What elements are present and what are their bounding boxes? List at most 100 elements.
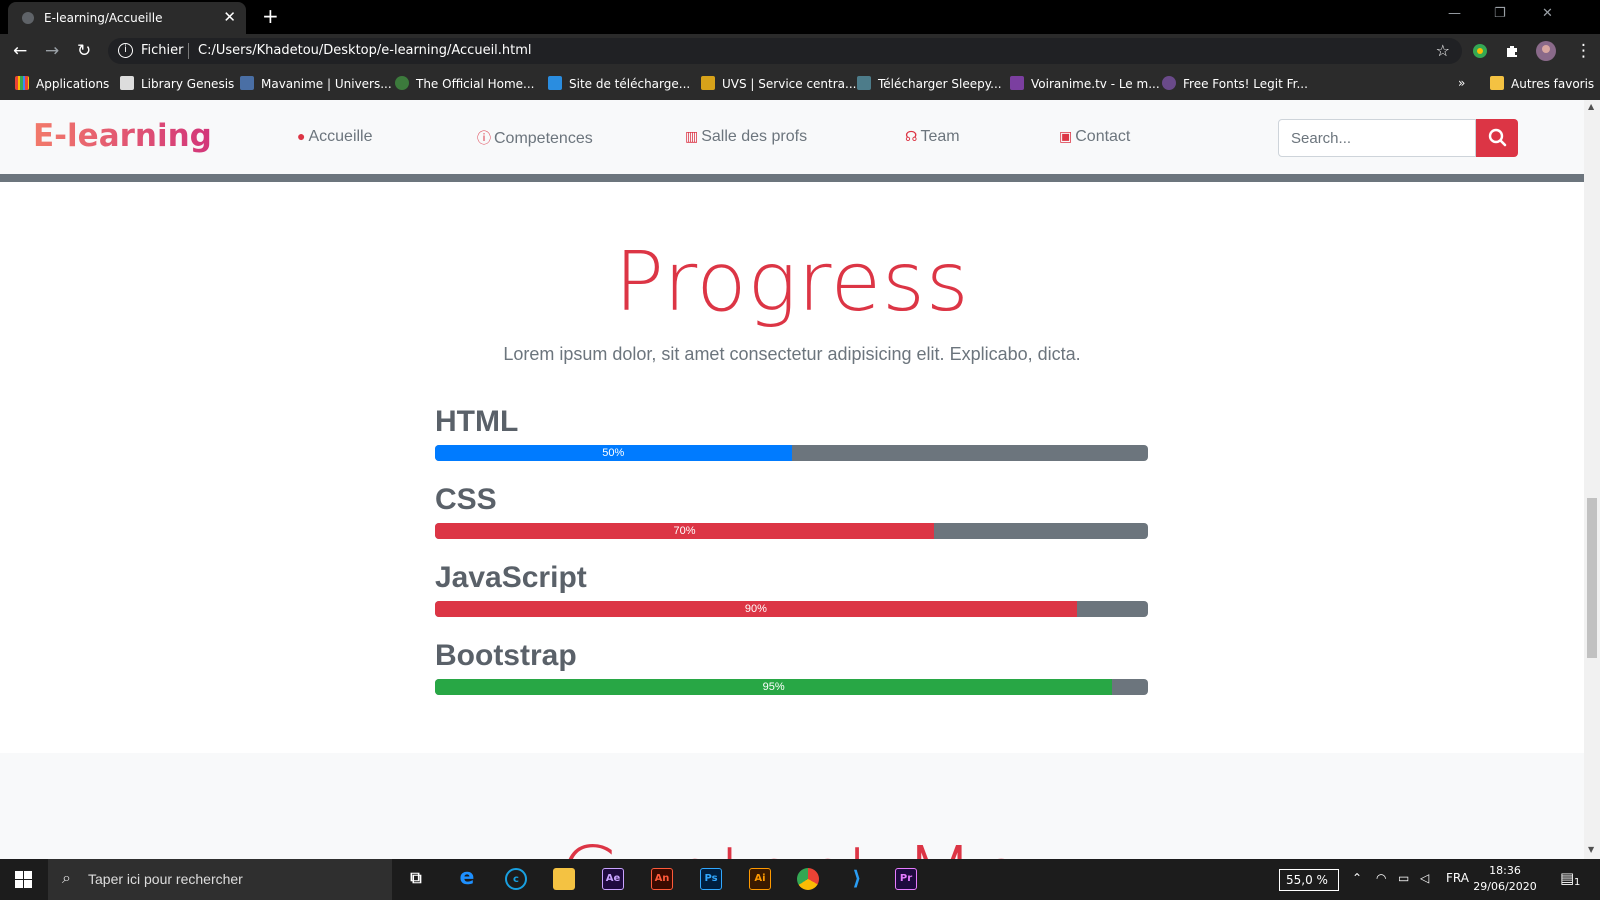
photoshop-icon[interactable]: Ps	[700, 868, 722, 890]
other-bookmarks-folder[interactable]: Autres favoris	[1490, 76, 1594, 91]
browser-tab-strip: E-learning/Accueille ✕ + — ❐ ✕	[0, 0, 1600, 34]
progress-section-subtitle: Lorem ipsum dolor, sit amet consectetur …	[503, 344, 1081, 364]
bookmark-item[interactable]: Site de télécharge...	[548, 76, 690, 91]
contact-card-icon: ▣	[1059, 128, 1073, 144]
book-icon	[120, 76, 134, 90]
site-favicon	[395, 76, 409, 90]
bookmark-star-icon[interactable]: ☆	[1436, 41, 1450, 60]
file-explorer-icon[interactable]	[553, 868, 575, 890]
contact-section-title: Contact Me	[0, 830, 1584, 859]
apps-grid-icon	[15, 76, 29, 90]
after-effects-icon[interactable]: Ae	[602, 868, 624, 890]
site-favicon	[701, 76, 715, 90]
back-arrow-icon[interactable]: ←	[13, 41, 27, 61]
skill-name: Bootstrap	[435, 639, 577, 672]
navbar-divider	[0, 174, 1584, 182]
progress-track: 50%	[435, 445, 1148, 461]
search-button[interactable]	[1476, 119, 1518, 157]
clock-date: 29/06/2020	[1473, 880, 1537, 893]
address-url[interactable]: C:/Users/Khadetou/Desktop/e-learning/Acc…	[198, 43, 532, 58]
notification-icon[interactable]: ▤	[1560, 869, 1574, 887]
bookmark-item[interactable]: Télécharger Sleepy...	[857, 76, 1002, 91]
edge-icon[interactable]: e	[456, 867, 478, 890]
headset-icon: ☊	[905, 128, 918, 144]
progress-section-title: Progress	[614, 235, 970, 330]
wifi-icon[interactable]: ◠	[1376, 871, 1386, 885]
address-scheme-label: Fichier	[141, 43, 184, 58]
cortana-app-icon[interactable]: c	[505, 868, 527, 890]
taskbar-search-box[interactable]: ⌕ Taper ici pour rechercher	[48, 859, 392, 900]
site-favicon	[1010, 76, 1024, 90]
tab-title: E-learning/Accueille	[44, 11, 163, 25]
progress-label: 50%	[602, 447, 625, 459]
bookmark-item[interactable]: Library Genesis	[120, 76, 234, 91]
bookmark-item[interactable]: Mavanime | Univers...	[240, 76, 392, 91]
illustrator-icon[interactable]: Ai	[749, 868, 771, 890]
bookmarks-overflow-button[interactable]: »	[1458, 76, 1465, 90]
tray-chevron-icon[interactable]: ⌃	[1352, 871, 1362, 885]
volume-icon[interactable]: ◁	[1420, 871, 1429, 885]
taskbar-clock[interactable]: 18:36 29/06/2020	[1470, 863, 1540, 895]
nav-link-salle-des-profs[interactable]: ▥ Salle des profs	[685, 128, 807, 146]
browser-menu-icon[interactable]: ⋮	[1575, 41, 1592, 61]
search-input[interactable]	[1278, 119, 1476, 157]
clock-time: 18:36	[1489, 864, 1521, 877]
progress-label: 70%	[673, 525, 696, 537]
site-favicon	[1162, 76, 1176, 90]
info-icon[interactable]: i	[118, 43, 133, 58]
reload-icon[interactable]: ↻	[77, 41, 91, 61]
forward-arrow-icon[interactable]: →	[45, 41, 59, 61]
progress-label: 95%	[762, 681, 785, 693]
new-tab-button[interactable]: +	[262, 4, 279, 28]
animate-icon[interactable]: An	[651, 868, 673, 890]
progress-bar: 90%	[435, 601, 1077, 617]
globe-icon	[22, 12, 34, 24]
site-favicon	[857, 76, 871, 90]
nav-link-competences[interactable]: ⓘ Competences	[477, 128, 593, 148]
address-separator	[188, 43, 189, 59]
input-language[interactable]: FRA	[1446, 871, 1469, 885]
address-bar[interactable]: i Fichier C:/Users/Khadetou/Desktop/e-le…	[108, 38, 1462, 64]
nav-link-contact[interactable]: ▣ Contact	[1059, 128, 1130, 146]
close-tab-icon[interactable]: ✕	[223, 8, 236, 26]
bookmark-item[interactable]: Voiranime.tv - Le m...	[1010, 76, 1160, 91]
scrollbar-thumb[interactable]	[1587, 498, 1597, 658]
nav-link-accueille[interactable]: ● Accueille	[297, 128, 373, 146]
bookmark-item[interactable]: UVS | Service centra...	[701, 76, 856, 91]
search-icon: ⌕	[62, 870, 71, 887]
skill-name: HTML	[435, 405, 519, 438]
windows-start-icon[interactable]	[15, 871, 32, 888]
folder-icon	[1490, 76, 1504, 90]
scroll-down-arrow-icon[interactable]: ▼	[1588, 845, 1594, 854]
restore-window-button[interactable]: ❐	[1494, 6, 1506, 21]
bookmarks-bar: Applications Library Genesis Mavanime | …	[0, 68, 1600, 100]
notification-count: 1	[1574, 877, 1581, 888]
bookmark-item[interactable]: Free Fonts! Legit Fr...	[1162, 76, 1308, 91]
site-navbar: E-learning ● Accueille ⓘ Competences ▥ Sall…	[0, 100, 1584, 174]
progress-track: 90%	[435, 601, 1148, 617]
profile-avatar[interactable]	[1536, 41, 1556, 61]
search-icon	[1488, 128, 1507, 147]
teacher-board-icon: ▥	[685, 128, 699, 144]
site-favicon	[240, 76, 254, 90]
battery-icon[interactable]: ▭	[1398, 871, 1409, 885]
task-view-icon[interactable]: ⧉	[405, 868, 427, 890]
progress-track: 95%	[435, 679, 1148, 695]
minimize-window-button[interactable]: —	[1448, 6, 1461, 21]
scroll-up-arrow-icon[interactable]: ▲	[1588, 102, 1594, 111]
browser-tab[interactable]: E-learning/Accueille ✕	[8, 2, 246, 34]
bookmark-item[interactable]: Applications	[15, 76, 109, 91]
nav-link-team[interactable]: ☊ Team	[905, 128, 960, 146]
premiere-icon[interactable]: Pr	[895, 868, 917, 890]
progress-label: 90%	[744, 603, 767, 615]
skill-name: CSS	[435, 483, 497, 516]
chrome-icon[interactable]	[797, 868, 819, 890]
site-brand-logo[interactable]: E-learning	[33, 118, 212, 154]
vscode-icon[interactable]: ⟩	[846, 868, 868, 890]
zoom-indicator[interactable]: 55,0 %	[1279, 869, 1339, 891]
extensions-puzzle-icon[interactable]	[1504, 43, 1520, 59]
extension-icon[interactable]	[1472, 43, 1488, 59]
bookmark-item[interactable]: The Official Home...	[395, 76, 535, 91]
close-window-button[interactable]: ✕	[1542, 6, 1553, 21]
page-scrollbar[interactable]: ▲ ▼	[1584, 100, 1600, 859]
